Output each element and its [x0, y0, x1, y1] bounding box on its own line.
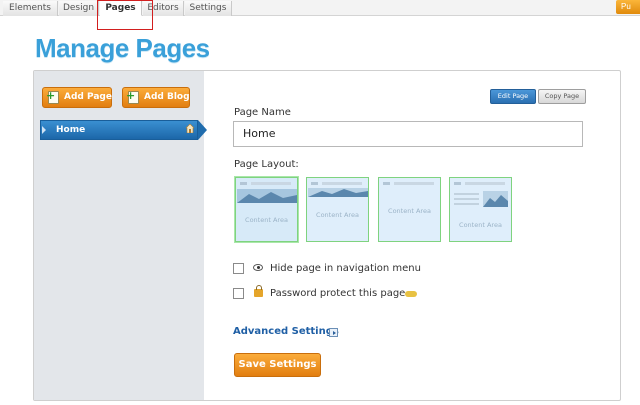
add-page-label: Add Page — [64, 92, 112, 102]
page-title: Manage Pages — [35, 33, 210, 63]
layout-option-3[interactable]: Content Area — [378, 177, 441, 242]
layout-option-2[interactable]: Content Area — [306, 177, 369, 242]
text-line — [454, 198, 479, 200]
edit-page-button[interactable]: Edit Page — [490, 89, 536, 104]
sidebar-item-home[interactable]: Home — [40, 120, 207, 140]
add-blog-button[interactable]: Add Blog — [122, 86, 190, 108]
sidebar-item-label: Home — [56, 125, 86, 135]
layout-nav-bar — [465, 182, 505, 185]
lock-icon — [254, 285, 263, 297]
header-image-icon — [237, 189, 297, 203]
expand-arrow-icon — [42, 126, 46, 134]
add-page-button[interactable]: Add Page — [42, 86, 112, 108]
tab-editors[interactable]: Editors — [143, 1, 184, 16]
layout-caption: Content Area — [316, 211, 359, 219]
arrow-right-icon[interactable] — [329, 328, 338, 337]
add-page-icon — [46, 86, 59, 105]
layout-option-1[interactable]: Content Area — [235, 177, 298, 242]
header-image-icon — [308, 188, 368, 197]
layout-caption: Content Area — [459, 221, 502, 229]
add-blog-label: Add Blog — [144, 92, 190, 102]
key-icon — [405, 291, 417, 297]
password-checkbox[interactable] — [233, 288, 244, 299]
advanced-settings-link[interactable]: Advanced Settings — [233, 326, 339, 337]
eye-icon — [253, 264, 263, 271]
layout-option-4[interactable]: Content Area — [449, 177, 512, 242]
save-settings-button[interactable]: Save Settings — [234, 353, 321, 377]
hide-nav-label: Hide page in navigation menu — [270, 263, 421, 274]
copy-page-button[interactable]: Copy Page — [538, 89, 586, 104]
page-name-input[interactable]: Home — [233, 121, 583, 147]
layout-caption: Content Area — [245, 216, 288, 224]
layout-header-bar — [383, 182, 390, 185]
add-blog-icon — [126, 86, 139, 105]
layout-nav-bar — [251, 182, 291, 185]
tab-design[interactable]: Design — [59, 1, 99, 16]
home-icon — [186, 124, 194, 133]
layout-nav-bar — [394, 182, 434, 185]
text-line — [454, 203, 479, 205]
tab-pages[interactable]: Pages — [100, 1, 142, 16]
layout-header-bar — [311, 182, 318, 185]
layout-header-bar — [454, 182, 461, 185]
password-label: Password protect this page — [270, 288, 406, 299]
tab-elements[interactable]: Elements — [3, 1, 58, 16]
page-layout-label: Page Layout: — [234, 159, 299, 170]
image-placeholder-icon — [483, 191, 508, 207]
page-name-label: Page Name — [234, 107, 291, 118]
tab-settings[interactable]: Settings — [185, 1, 232, 16]
hide-nav-checkbox[interactable] — [233, 263, 244, 274]
layout-header-bar — [240, 182, 247, 185]
top-tab-bar: Elements Design Pages Editors Settings P… — [0, 0, 640, 16]
layout-caption: Content Area — [388, 207, 431, 215]
layout-nav-bar — [322, 182, 362, 185]
publish-button[interactable]: Pu — [616, 0, 640, 14]
text-line — [454, 193, 479, 195]
